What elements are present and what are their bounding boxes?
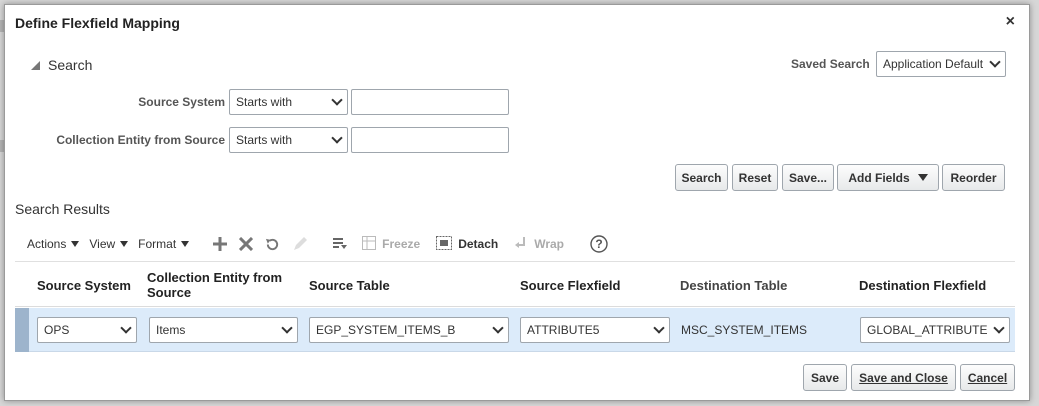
- dialog-title: Define Flexfield Mapping: [15, 15, 180, 31]
- collection-entity-label: Collection Entity from Source: [56, 133, 225, 147]
- dropdown-arrow-icon: [120, 241, 129, 247]
- saved-search-select[interactable]: Application Default: [876, 51, 1006, 77]
- results-toolbar: Actions View Format Freeze Detach Wrap ?: [27, 233, 614, 255]
- chevron-down-icon: [331, 132, 343, 144]
- save-search-button[interactable]: Save...: [782, 164, 834, 191]
- destination-table-cell: MSC_SYSTEM_ITEMS: [681, 323, 808, 337]
- reset-button[interactable]: Reset: [732, 164, 778, 191]
- chevron-down-icon: [281, 322, 293, 334]
- search-header: Search: [48, 57, 93, 73]
- wrap-icon: [514, 236, 528, 253]
- collection-entity-operator-value: Starts with: [236, 133, 293, 147]
- dropdown-arrow-icon: [917, 174, 928, 181]
- format-menu-label: Format: [138, 237, 177, 251]
- source-system-cell-value: OPS: [44, 323, 70, 337]
- freeze-icon: [362, 235, 377, 253]
- destination-flexfield-cell-value: GLOBAL_ATTRIBUTE: [867, 323, 988, 337]
- column-header-source-table[interactable]: Source Table: [309, 262, 509, 308]
- add-fields-label: Add Fields: [848, 170, 910, 185]
- column-header-source-flexfield[interactable]: Source Flexfield: [520, 262, 670, 308]
- source-system-cell-select[interactable]: OPS: [37, 317, 137, 343]
- search-section-toggle[interactable]: Search: [31, 57, 92, 73]
- cancel-label: Cancel: [967, 370, 1008, 385]
- source-flexfield-cell-value: ATTRIBUTE5: [527, 323, 600, 337]
- chevron-down-icon: [120, 322, 132, 334]
- search-button[interactable]: Search: [675, 164, 728, 191]
- chevron-down-icon: [989, 56, 1001, 68]
- source-system-label: Source System: [138, 95, 225, 109]
- cancel-button[interactable]: Cancel: [960, 364, 1015, 391]
- save-and-close-label: Save and Close: [859, 370, 948, 385]
- saved-search-value: Application Default: [883, 57, 984, 71]
- table-header: Source System Collection Entity from Sou…: [15, 261, 1015, 307]
- help-icon[interactable]: ?: [590, 235, 608, 253]
- reorder-button[interactable]: Reorder: [942, 164, 1005, 191]
- results-table: Source System Collection Entity from Sou…: [15, 261, 1015, 352]
- chevron-down-icon: [653, 322, 665, 334]
- close-icon[interactable]: ×: [1006, 13, 1015, 31]
- collection-entity-operator-select[interactable]: Starts with: [229, 127, 348, 153]
- save-and-close-button[interactable]: Save and Close: [851, 364, 956, 391]
- add-fields-button[interactable]: Add Fields: [837, 164, 939, 191]
- view-menu-label: View: [89, 237, 116, 251]
- chevron-down-icon: [492, 322, 504, 334]
- column-header-source-system[interactable]: Source System: [37, 262, 142, 308]
- column-header-collection-entity[interactable]: Collection Entity from Source: [147, 262, 297, 308]
- collection-entity-cell-value: Items: [156, 323, 186, 337]
- collapse-triangle-icon: [31, 60, 40, 70]
- detach-icon: [436, 235, 453, 253]
- collection-entity-input[interactable]: [351, 127, 509, 153]
- row-selection-bar[interactable]: [15, 308, 29, 352]
- search-results-header: Search Results: [15, 201, 110, 217]
- source-system-input[interactable]: [351, 89, 509, 115]
- query-by-example-icon[interactable]: [332, 236, 348, 252]
- saved-search-label: Saved Search: [791, 57, 870, 71]
- actions-menu[interactable]: Actions: [27, 237, 80, 251]
- detach-button[interactable]: Detach: [436, 235, 499, 253]
- wrap-label: Wrap: [534, 237, 565, 251]
- column-header-destination-flexfield[interactable]: Destination Flexfield: [859, 262, 1015, 308]
- source-system-operator-select[interactable]: Starts with: [229, 89, 348, 115]
- delete-row-icon[interactable]: [239, 237, 254, 251]
- add-row-icon[interactable]: [213, 237, 228, 251]
- source-table-cell-select[interactable]: EGP_SYSTEM_ITEMS_B: [309, 317, 509, 343]
- save-label: Save: [810, 370, 840, 385]
- edit-pencil-icon: [292, 236, 308, 252]
- detach-label: Detach: [458, 237, 499, 251]
- dropdown-arrow-icon: [181, 241, 190, 247]
- destination-flexfield-cell-select[interactable]: GLOBAL_ATTRIBUTE: [860, 317, 1010, 343]
- dropdown-arrow-icon: [71, 241, 80, 247]
- collection-entity-cell-select[interactable]: Items: [149, 317, 298, 343]
- chevron-down-icon: [331, 94, 343, 106]
- source-system-operator-value: Starts with: [236, 95, 293, 109]
- flexfield-mapping-dialog: Define Flexfield Mapping × Search Saved …: [4, 4, 1030, 401]
- table-row[interactable]: OPS Items EGP_SYSTEM_ITEMS_B ATTRIBUTE5 …: [15, 308, 1015, 352]
- actions-menu-label: Actions: [27, 237, 67, 251]
- view-menu[interactable]: View: [89, 237, 129, 251]
- freeze-button: Freeze: [362, 235, 421, 253]
- save-button[interactable]: Save: [803, 364, 847, 391]
- column-header-destination-table[interactable]: Destination Table: [680, 262, 850, 308]
- refresh-icon[interactable]: [265, 237, 280, 252]
- wrap-button: Wrap: [514, 236, 564, 253]
- source-table-cell-value: EGP_SYSTEM_ITEMS_B: [316, 323, 456, 337]
- format-menu[interactable]: Format: [138, 237, 190, 251]
- source-flexfield-cell-select[interactable]: ATTRIBUTE5: [520, 317, 670, 343]
- svg-text:?: ?: [595, 237, 602, 251]
- chevron-down-icon: [993, 322, 1005, 334]
- freeze-label: Freeze: [382, 237, 421, 251]
